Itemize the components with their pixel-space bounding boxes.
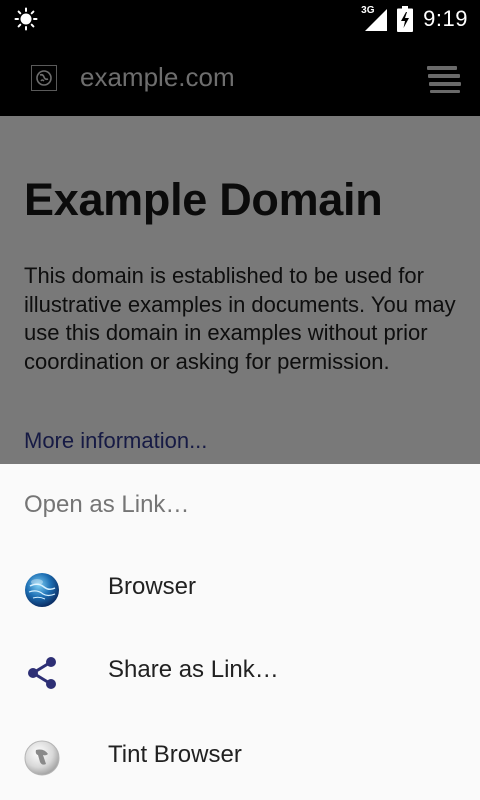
tabs-icon[interactable]	[426, 64, 462, 94]
sheet-item-tint-browser[interactable]: Tint Browser	[0, 716, 480, 800]
browser-globe-icon	[24, 572, 60, 608]
url-bar[interactable]: example.com	[80, 62, 235, 93]
status-bar: 3G 9:19	[0, 0, 480, 38]
sheet-item-browser[interactable]: Browser	[0, 548, 480, 632]
tint-browser-icon	[24, 740, 60, 776]
share-icon	[24, 655, 60, 691]
sheet-title: Open as Link…	[24, 491, 190, 518]
battery-charging-icon	[397, 6, 414, 32]
status-indicators: 3G 9:19	[361, 5, 468, 33]
sheet-item-share-as-link[interactable]: Share as Link…	[0, 631, 480, 715]
page-paragraph: This domain is established to be used fo…	[24, 263, 456, 374]
web-page: Example Domain This domain is establishe…	[0, 116, 480, 464]
network-type-label: 3G	[361, 5, 375, 16]
sheet-item-label: Browser	[108, 573, 197, 600]
page-heading: Example Domain	[24, 174, 383, 225]
signal-icon: 3G	[361, 5, 388, 31]
open-as-link-sheet: Open as Link… Browser Share as Link… Tin…	[0, 464, 480, 800]
sheet-item-label: Share as Link…	[108, 656, 279, 683]
browser-toolbar: example.com	[0, 38, 480, 116]
status-clock: 9:19	[423, 6, 468, 31]
brightness-icon	[14, 7, 38, 31]
sheet-item-label: Tint Browser	[108, 741, 242, 768]
more-information-link[interactable]: More information...	[24, 428, 207, 454]
globe-favicon-icon[interactable]	[31, 65, 57, 91]
